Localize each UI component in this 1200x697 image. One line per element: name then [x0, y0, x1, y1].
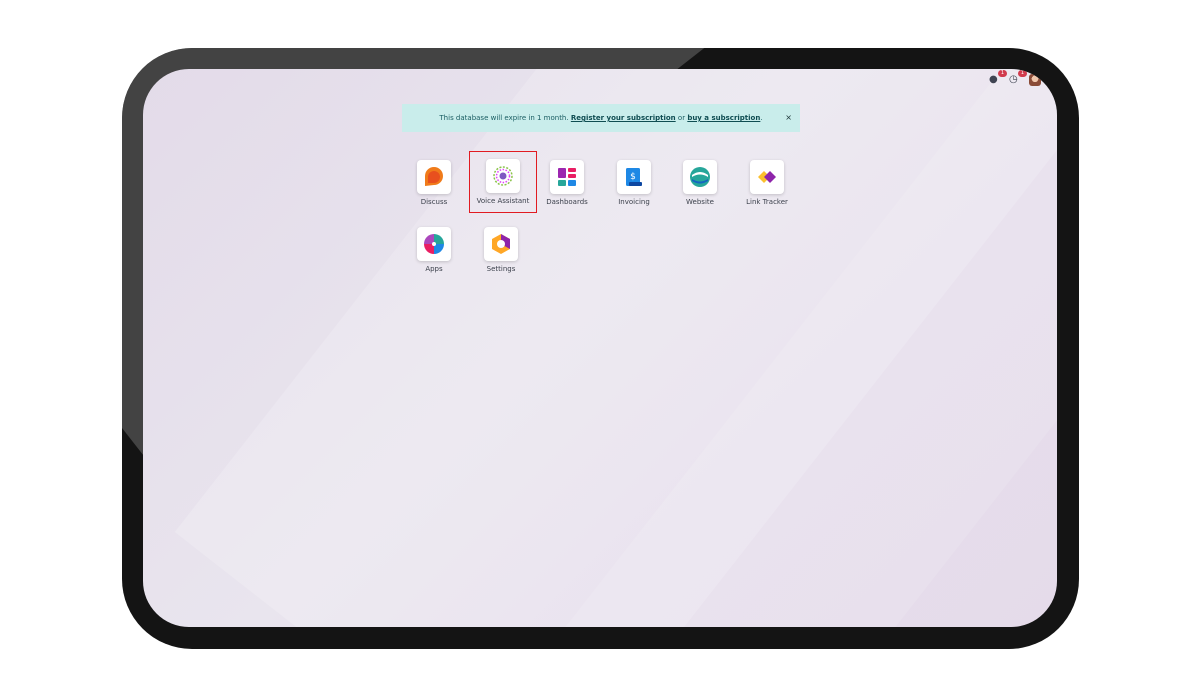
apps-icon: [417, 227, 451, 261]
register-subscription-link[interactable]: Register your subscription: [571, 114, 676, 122]
messages-badge: 1: [998, 70, 1007, 77]
app-label: Settings: [486, 265, 516, 273]
voice-assistant-icon: [486, 159, 520, 193]
banner-text: This database will expire in 1 month.: [439, 114, 569, 122]
activity-badge: 1: [1018, 70, 1027, 77]
svg-text:$: $: [630, 172, 636, 182]
app-voice-assistant[interactable]: Voice Assistant: [469, 151, 537, 213]
dashboards-icon: [550, 160, 584, 194]
app-label: Apps: [425, 265, 443, 273]
app-website[interactable]: Website: [667, 153, 733, 213]
app-invoicing[interactable]: $ Invoicing: [601, 153, 667, 213]
app-label: Voice Assistant: [476, 197, 530, 205]
app-label: Discuss: [420, 198, 448, 206]
discuss-icon: [417, 160, 451, 194]
banner-close-icon[interactable]: ×: [785, 113, 792, 122]
banner-period: .: [760, 114, 763, 122]
menu-toggle-icon[interactable]: ‹: [159, 73, 162, 81]
user-avatar[interactable]: [1029, 74, 1041, 86]
app-label: Link Tracker: [746, 198, 788, 206]
buy-subscription-link[interactable]: buy a subscription: [687, 114, 760, 122]
website-icon: [683, 160, 717, 194]
subscription-banner: This database will expire in 1 month. Re…: [402, 104, 800, 132]
messages-icon[interactable]: ● 1: [989, 70, 1007, 85]
settings-icon: [484, 227, 518, 261]
systray: ● 1 ◷ 1: [989, 70, 1041, 86]
activity-clock-icon[interactable]: ◷ 1: [1009, 70, 1027, 85]
app-label: Invoicing: [618, 198, 650, 206]
link-tracker-icon: [750, 160, 784, 194]
invoicing-icon: $: [617, 160, 651, 194]
app-label: Website: [686, 198, 714, 206]
app-apps[interactable]: Apps: [401, 220, 467, 280]
banner-or-text: or: [677, 114, 686, 122]
app-settings[interactable]: Settings: [468, 220, 534, 280]
app-dashboards[interactable]: Dashboards: [534, 153, 600, 213]
app-discuss[interactable]: Discuss: [401, 153, 467, 213]
app-home-screen: ‹ ● 1 ◷ 1 This database will expire in 1…: [143, 69, 1057, 627]
app-label: Dashboards: [546, 198, 588, 206]
app-link-tracker[interactable]: Link Tracker: [734, 153, 800, 213]
